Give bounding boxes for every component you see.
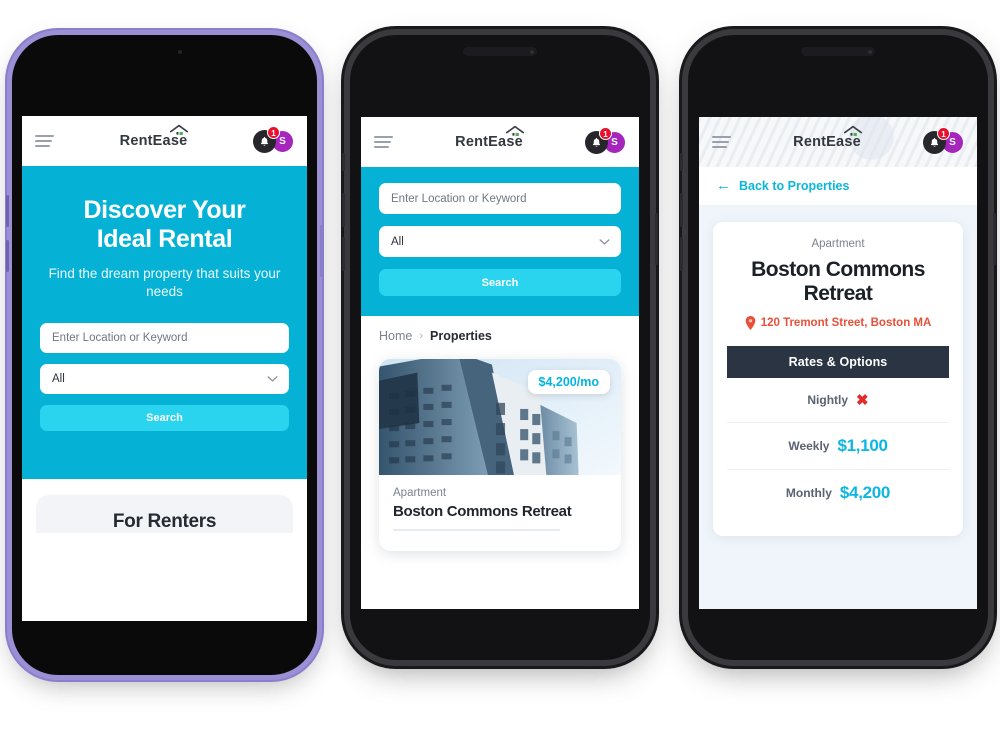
- rates-section-heading: Rates & Options: [727, 346, 949, 379]
- phone-2-screen: RentEase 1 S Enter Location or Keyword A…: [361, 117, 639, 609]
- house-roof-icon: [170, 124, 189, 136]
- property-address-text: 120 Tremont Street, Boston MA: [760, 317, 932, 330]
- property-detail-card: Apartment Boston Commons Retreat 120 Tre…: [713, 222, 963, 537]
- property-card[interactable]: $4,200/mo Apartment Boston Commons Retre…: [379, 359, 621, 551]
- phone-2-mute[interactable]: [342, 153, 345, 171]
- hero-subtitle: Find the dream property that suits your …: [48, 265, 281, 299]
- rate-label: Nightly: [807, 393, 849, 408]
- phone-3-mute[interactable]: [680, 153, 683, 171]
- property-image: $4,200/mo: [379, 359, 621, 475]
- breadcrumb-current: Properties: [430, 329, 492, 343]
- phone-2-volume-down[interactable]: [342, 237, 345, 271]
- property-title-line1: Boston Commons: [751, 258, 925, 281]
- phone-mockup-2: RentEase 1 S Enter Location or Keyword A…: [342, 35, 658, 660]
- rate-row: Nightly ✖: [727, 378, 949, 424]
- phone-mockup-1: RentEase 1 S Discover Your Ideal Rental …: [6, 35, 323, 675]
- screenshot-canvas: RentEase 1 S Discover Your Ideal Rental …: [0, 0, 1000, 750]
- search-bar-section: Enter Location or Keyword All Search: [361, 167, 639, 316]
- map-pin-icon: [745, 316, 755, 331]
- brand-logo[interactable]: RentEase: [793, 125, 862, 150]
- notifications-button[interactable]: 1: [585, 126, 612, 154]
- hero-section: Discover Your Ideal Rental Find the drea…: [22, 166, 307, 479]
- brand-logo[interactable]: RentEase: [455, 125, 524, 150]
- phone-3-screen: RentEase 1 S ← Back to Properties Apartm…: [699, 117, 977, 609]
- section-gap: [22, 478, 307, 495]
- hero-search-block: Enter Location or Keyword All Search: [40, 322, 289, 431]
- category-select-value: All: [52, 372, 65, 385]
- search-button[interactable]: Search: [379, 269, 621, 296]
- app-header: RentEase 1 S: [22, 116, 307, 166]
- header-actions: 1 S: [253, 125, 294, 153]
- notification-badge: 1: [937, 126, 950, 140]
- breadcrumb: Home › Properties: [361, 316, 639, 353]
- rate-row: Weekly $1,100: [727, 423, 949, 471]
- property-title: Boston Commons Retreat: [727, 258, 949, 305]
- app-header: RentEase 1 S: [361, 117, 639, 167]
- price-badge: $4,200/mo: [527, 370, 610, 394]
- phone-1-volume-up[interactable]: [6, 195, 9, 227]
- search-input-placeholder: Enter Location or Keyword: [52, 331, 188, 344]
- phone-3-notch: [801, 47, 875, 56]
- property-detail-page: Apartment Boston Commons Retreat 120 Tre…: [699, 206, 977, 609]
- hamburger-icon[interactable]: [374, 136, 393, 148]
- phone-mockup-3: RentEase 1 S ← Back to Properties Apartm…: [680, 35, 996, 660]
- for-renters-card[interactable]: For Renters: [36, 494, 293, 533]
- hero-spacer: [40, 431, 289, 479]
- phone-3-power[interactable]: [993, 213, 996, 265]
- phone-1-notch: [145, 47, 185, 56]
- property-type: Apartment: [811, 238, 865, 250]
- phone-2-volume-up[interactable]: [342, 193, 345, 227]
- hero-title-line2: Ideal Rental: [96, 225, 233, 254]
- hamburger-icon[interactable]: [712, 136, 731, 148]
- breadcrumb-home[interactable]: Home: [379, 329, 412, 343]
- back-link-label: Back to Properties: [739, 178, 850, 193]
- rate-unavailable-icon: ✖: [856, 392, 869, 410]
- search-button[interactable]: Search: [40, 404, 289, 431]
- property-title: Boston Commons Retreat: [393, 503, 572, 520]
- notification-badge: 1: [599, 126, 612, 140]
- phone-1-screen: RentEase 1 S Discover Your Ideal Rental …: [22, 116, 307, 621]
- house-roof-icon: [843, 125, 862, 137]
- header-actions: 1 S: [923, 126, 964, 154]
- hamburger-icon[interactable]: [35, 135, 54, 147]
- search-input[interactable]: Enter Location or Keyword: [379, 183, 621, 214]
- phone-2-power[interactable]: [655, 213, 658, 265]
- property-title-line2: Retreat: [803, 281, 873, 305]
- notifications-button[interactable]: 1: [253, 125, 280, 153]
- rate-label: Weekly: [788, 439, 830, 454]
- property-type: Apartment: [393, 487, 447, 499]
- arrow-left-icon: ←: [716, 177, 731, 194]
- notifications-button[interactable]: 1: [923, 126, 950, 154]
- rate-value: $1,100: [837, 436, 888, 456]
- hero-title: Discover Your Ideal Rental: [40, 196, 289, 255]
- category-select[interactable]: All: [379, 226, 621, 257]
- app-header: RentEase 1 S: [699, 117, 977, 167]
- category-select-value: All: [391, 235, 404, 248]
- property-address: 120 Tremont Street, Boston MA: [727, 316, 949, 331]
- search-input-placeholder: Enter Location or Keyword: [391, 192, 527, 205]
- phone-3-volume-up[interactable]: [680, 193, 683, 227]
- hero-title-line1: Discover Your: [83, 196, 246, 224]
- for-renters-title: For Renters: [112, 510, 217, 532]
- phone-1-power[interactable]: [320, 225, 323, 277]
- notification-badge: 1: [267, 125, 280, 139]
- rate-value: $4,200: [839, 483, 891, 503]
- property-meta-placeholder: [393, 529, 607, 537]
- phone-2-notch: [463, 47, 537, 56]
- rate-row: Monthly $4,200: [727, 470, 949, 516]
- chevron-down-icon: [267, 376, 278, 382]
- back-to-properties-link[interactable]: ← Back to Properties: [699, 167, 977, 206]
- house-roof-icon: [505, 125, 524, 137]
- phone-1-volume-down[interactable]: [6, 240, 9, 272]
- breadcrumb-separator: ›: [419, 330, 424, 342]
- header-actions: 1 S: [585, 126, 626, 154]
- chevron-down-icon: [599, 238, 610, 245]
- rate-label: Monthly: [785, 486, 832, 501]
- phone-3-volume-down[interactable]: [680, 237, 683, 271]
- search-input[interactable]: Enter Location or Keyword: [40, 322, 289, 353]
- category-select[interactable]: All: [40, 363, 289, 394]
- property-card-body: Apartment Boston Commons Retreat: [379, 475, 621, 551]
- brand-logo[interactable]: RentEase: [120, 124, 189, 149]
